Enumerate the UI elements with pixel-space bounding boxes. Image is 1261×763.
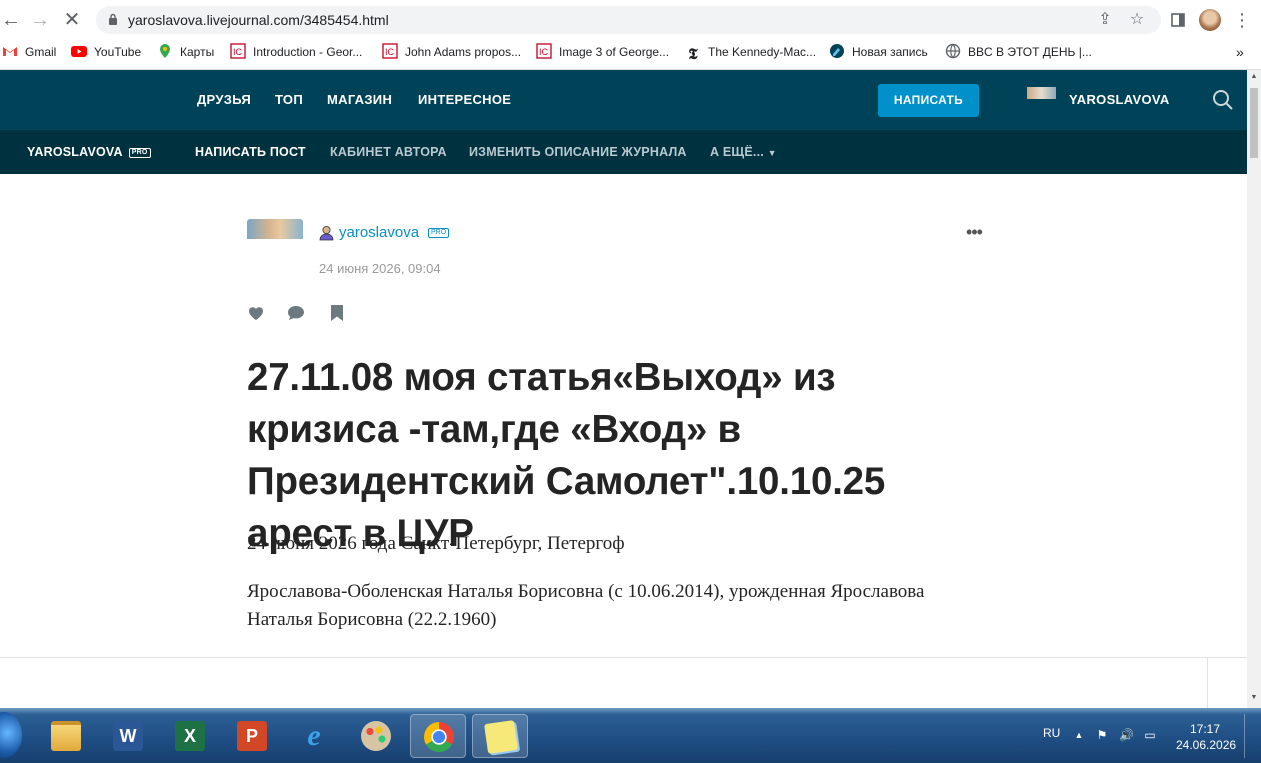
more-menu[interactable]: А ЕЩЁ... ▼ xyxy=(710,130,777,175)
browser-menu-icon[interactable]: ⋮ xyxy=(1231,9,1253,31)
bookmark-gmail[interactable]: Gmail xyxy=(2,40,56,64)
youtube-icon xyxy=(71,46,87,57)
bookmark-kennedy[interactable]: 𝕿 The Kennedy-Mac... xyxy=(685,40,816,64)
bookmark-bbc[interactable]: BBC В ЭТОТ ДЕНЬ |... xyxy=(945,40,1092,64)
author-cabinet-link[interactable]: КАБИНЕТ АВТОРА xyxy=(330,130,447,174)
nyt-icon: 𝕿 xyxy=(688,47,698,63)
nav-interesting[interactable]: ИНТЕРЕСНОЕ xyxy=(418,70,511,130)
post-author-avatar[interactable] xyxy=(247,219,303,239)
comment-bubble-icon[interactable] xyxy=(286,303,306,323)
pro-badge: PRO xyxy=(428,228,450,238)
taskbar-paint[interactable] xyxy=(348,714,404,758)
browser-toolbar: ← → ✕ yaroslavova.livejournal.com/348545… xyxy=(0,0,1261,40)
post-paragraph: 24 июня 2026 года Санкт-Петербург, Петер… xyxy=(247,533,625,554)
profile-avatar[interactable] xyxy=(1199,9,1221,31)
clock-date[interactable]: 24.06.2026 xyxy=(1176,738,1236,752)
taskbar-excel[interactable]: X xyxy=(162,714,218,758)
livejournal-icon xyxy=(830,44,844,58)
taskbar-word[interactable]: W xyxy=(100,714,156,758)
nav-top[interactable]: ТОП xyxy=(275,70,303,130)
archive-icon: IC xyxy=(230,43,246,59)
gmail-icon xyxy=(3,47,17,56)
divider xyxy=(0,657,1247,658)
user-icon xyxy=(319,226,334,241)
scroll-down-icon[interactable]: ▼ xyxy=(1250,694,1258,702)
avatar[interactable] xyxy=(1027,87,1056,99)
chrome-icon xyxy=(424,722,454,752)
network-icon[interactable]: ▭ xyxy=(1143,728,1157,742)
more-bookmarks-icon[interactable]: » xyxy=(1236,40,1244,64)
word-icon: W xyxy=(113,721,143,751)
bookmark-new-post[interactable]: Новая запись xyxy=(829,40,928,64)
lock-icon xyxy=(109,13,117,25)
globe-icon xyxy=(945,43,961,59)
like-heart-icon[interactable] xyxy=(246,303,266,323)
journal-bar: YAROSLAVOVA PRO НАПИСАТЬ ПОСТ КАБИНЕТ АВТ… xyxy=(0,130,1247,174)
bookmark-image-3[interactable]: IC Image 3 of George... xyxy=(536,40,669,64)
more-options-icon[interactable]: ••• xyxy=(963,222,985,242)
write-post-link[interactable]: НАПИСАТЬ ПОСТ xyxy=(195,130,306,174)
post-paragraph: Ярославова-Оболенская Наталья Борисовна … xyxy=(247,581,925,630)
taskbar-explorer[interactable] xyxy=(38,714,94,758)
svg-text:IC: IC xyxy=(385,47,395,57)
svg-text:IC: IC xyxy=(539,47,549,57)
paint-palette-icon xyxy=(361,721,391,751)
bookmark-star-icon[interactable]: ☆ xyxy=(1128,11,1146,29)
caret-down-icon: ▼ xyxy=(767,148,777,158)
site-header: ДРУЗЬЯ ТОП МАГАЗИН ИНТЕРЕСНОЕ НАПИСАТЬ Y… xyxy=(0,70,1247,130)
url-text[interactable]: yaroslavova.livejournal.com/3485454.html xyxy=(128,6,389,34)
archive-icon: IC xyxy=(382,43,398,59)
excel-icon: X xyxy=(175,721,205,751)
taskbar-internet-explorer[interactable]: e xyxy=(286,714,342,758)
post-title: 27.11.08 моя статья«Выход» из кризиса -т… xyxy=(247,356,886,555)
stop-loading-icon[interactable]: ✕ xyxy=(61,9,83,31)
bookmark-john-adams[interactable]: IC John Adams propos... xyxy=(382,40,521,64)
show-desktop-button[interactable] xyxy=(1244,714,1257,758)
share-icon[interactable]: ⇪ xyxy=(1096,11,1114,29)
taskbar-powerpoint[interactable]: P xyxy=(224,714,280,758)
nav-friends[interactable]: ДРУЗЬЯ xyxy=(197,70,251,130)
taskbar-sticky-notes[interactable] xyxy=(472,714,528,758)
taskbar-chrome[interactable] xyxy=(410,714,466,758)
internet-explorer-icon: e xyxy=(307,719,321,752)
forward-arrow-icon[interactable]: → xyxy=(29,9,51,31)
bookmark-maps[interactable]: Карты xyxy=(157,40,214,64)
folder-icon xyxy=(51,721,81,751)
bookmark-youtube[interactable]: YouTube xyxy=(71,40,141,64)
journal-name[interactable]: YAROSLAVOVA PRO xyxy=(27,130,151,174)
post-date: 24 июня 2026, 09:04 xyxy=(319,261,441,276)
archive-icon: IC xyxy=(536,43,552,59)
clock-time[interactable]: 17:17 xyxy=(1190,722,1220,736)
scroll-thumb[interactable] xyxy=(1250,88,1258,158)
bookmark-icon[interactable] xyxy=(327,303,347,323)
sticky-notes-icon xyxy=(484,720,518,754)
volume-icon[interactable]: 🔊 xyxy=(1119,728,1134,742)
page-scrollbar[interactable]: ▲ ▼ xyxy=(1247,70,1261,708)
show-hidden-icons-icon[interactable]: ▲ xyxy=(1072,728,1086,742)
language-indicator[interactable]: RU xyxy=(1043,726,1060,740)
pro-badge: PRO xyxy=(128,148,151,158)
scroll-up-icon[interactable]: ▲ xyxy=(1250,73,1258,81)
post-author-name[interactable]: yaroslavova xyxy=(339,224,419,241)
powerpoint-icon: P xyxy=(237,721,267,751)
svg-text:IC: IC xyxy=(233,47,243,57)
taskbar: W X P e RU ▲ ⚑ 🔊 ▭ 17:17 24.06.2026 xyxy=(0,708,1261,763)
nav-shop[interactable]: МАГАЗИН xyxy=(327,70,392,130)
search-icon[interactable] xyxy=(1212,89,1234,111)
side-panel-icon[interactable] xyxy=(1167,9,1189,31)
write-button[interactable]: НАПИСАТЬ xyxy=(878,84,979,117)
bookmark-introduction[interactable]: IC Introduction - Geor... xyxy=(230,40,362,64)
bookmarks-bar: Gmail YouTube Карты IC Introduction - Geo… xyxy=(0,40,1261,70)
maps-icon xyxy=(160,44,170,58)
address-bar[interactable]: yaroslavova.livejournal.com/3485454.html… xyxy=(96,6,1161,34)
edit-journal-description-link[interactable]: ИЗМЕНИТЬ ОПИСАНИЕ ЖУРНАЛА xyxy=(469,130,687,174)
back-arrow-icon[interactable]: ← xyxy=(0,9,22,31)
divider xyxy=(1207,658,1208,708)
nav-username[interactable]: YAROSLAVOVA xyxy=(1069,70,1170,130)
start-button[interactable] xyxy=(0,712,22,758)
flag-icon[interactable]: ⚑ xyxy=(1095,728,1109,742)
